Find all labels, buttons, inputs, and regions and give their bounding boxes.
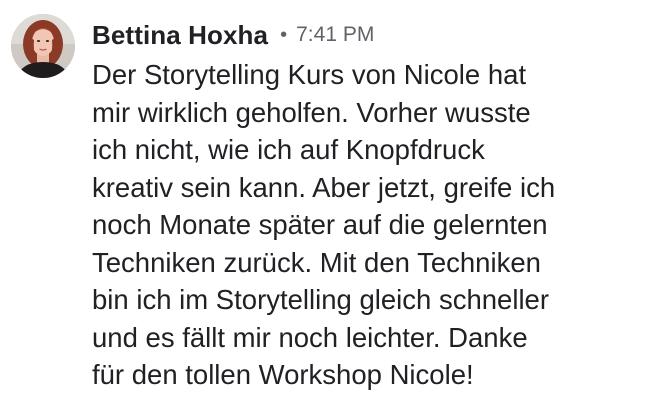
avatar[interactable] [11,14,75,78]
comment-header: Bettina Hoxha • 7:41 PM [92,17,374,53]
comment-line: mir wirklich geholfen. Vorher wusste [92,96,531,128]
comment-line: kreativ sein kann. Aber jetzt, greife ic… [92,171,556,203]
comment-body: Der Storytelling Kurs von Nicole hat mir… [92,56,652,394]
separator-dot: • [280,24,288,46]
comment-card: Bettina Hoxha • 7:41 PM Der Storytelling… [0,0,658,416]
comment-line: noch Monate später auf die gelernten [92,209,548,240]
comment-line: und es fällt mir noch leichter. Danke [92,321,528,353]
comment-line: Techniken zurück. Mit den Techniken [92,246,541,278]
author-name[interactable]: Bettina Hoxha [92,20,268,51]
comment-line: Der Storytelling Kurs von Nicole hat [92,59,527,90]
comment-line: für den tollen Workshop Nicole! [92,359,474,390]
comment-line: bin ich im Storytelling gleich schneller [92,284,550,315]
profile-photo [11,14,75,78]
timestamp[interactable]: 7:41 PM [296,23,374,47]
comment-line: ich nicht, wie ich auf Knopfdruck [92,134,485,165]
